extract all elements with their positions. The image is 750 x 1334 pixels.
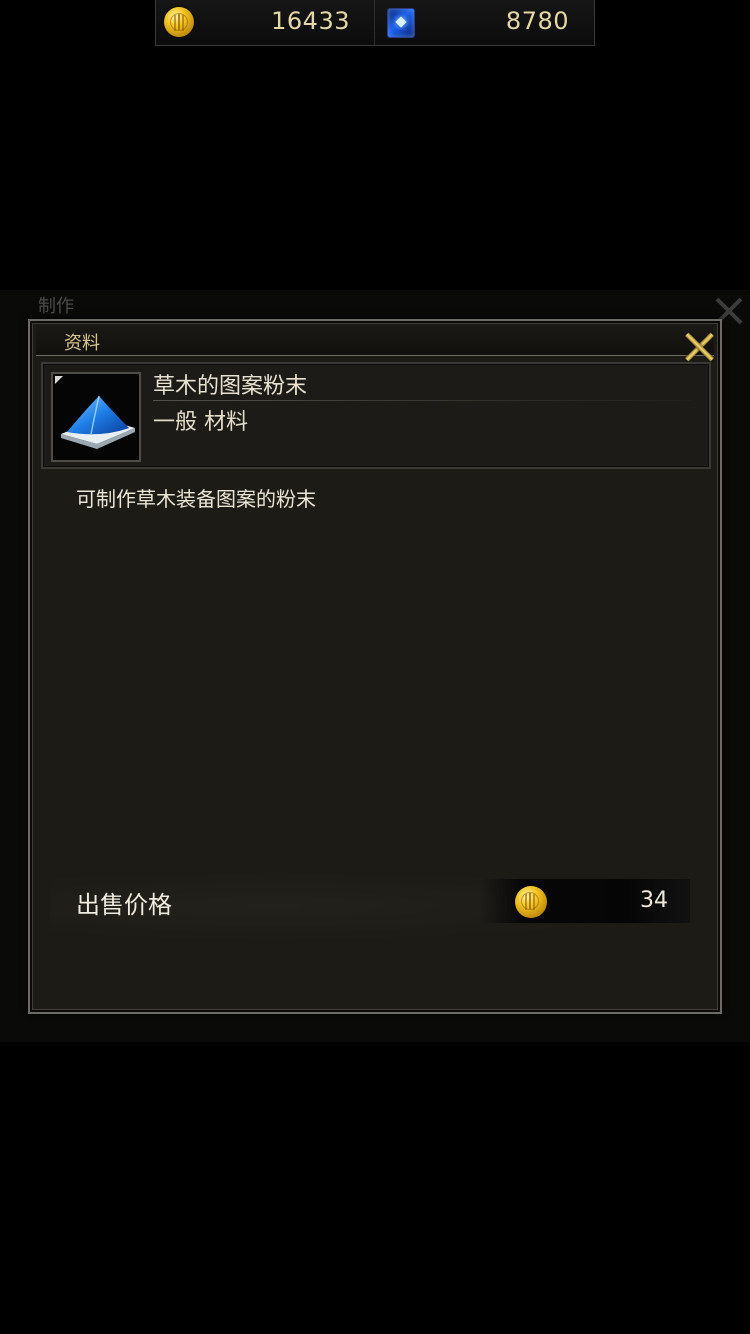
gold-coin-icon [515, 886, 547, 918]
dialog-header: 资料 [36, 325, 714, 356]
item-type: 一般 材料 [153, 410, 248, 435]
gem-currency: 8780 [374, 0, 597, 45]
blue-powder-pile-icon [61, 395, 135, 449]
item-info-dialog: 资料 草木的图案粉末 一般 材料 可制作草木装备图案的粉末 出售价格 34 [28, 319, 722, 1014]
item-summary-panel: 草木的图案粉末 一般 材料 [41, 362, 711, 469]
close-icon [684, 331, 716, 363]
sell-price-value: 34 [640, 888, 668, 913]
game-screen: 16433 8780 制作 资料 草木的图案粉末 一般 材料 可制作草木装备图案… [0, 0, 750, 1334]
dialog-title: 资料 [64, 333, 100, 354]
gem-amount: 8780 [505, 7, 569, 35]
close-button[interactable] [684, 331, 716, 363]
item-name: 草木的图案粉末 [153, 374, 308, 399]
item-icon-slot [51, 372, 141, 462]
corner-marker [55, 376, 63, 384]
sell-price-box: 34 [480, 879, 690, 923]
gold-currency: 16433 [156, 0, 374, 45]
item-description: 可制作草木装备图案的粉末 [76, 487, 316, 511]
sell-price-row: 出售价格 34 [50, 871, 690, 941]
gold-amount: 16433 [271, 7, 350, 35]
item-divider [153, 400, 693, 401]
gold-coin-icon [164, 7, 194, 37]
blue-gem-icon [387, 8, 415, 38]
currency-bar: 16433 8780 [155, 0, 595, 46]
crafting-window-title: 制作 [38, 296, 74, 317]
sell-price-label: 出售价格 [76, 891, 172, 919]
